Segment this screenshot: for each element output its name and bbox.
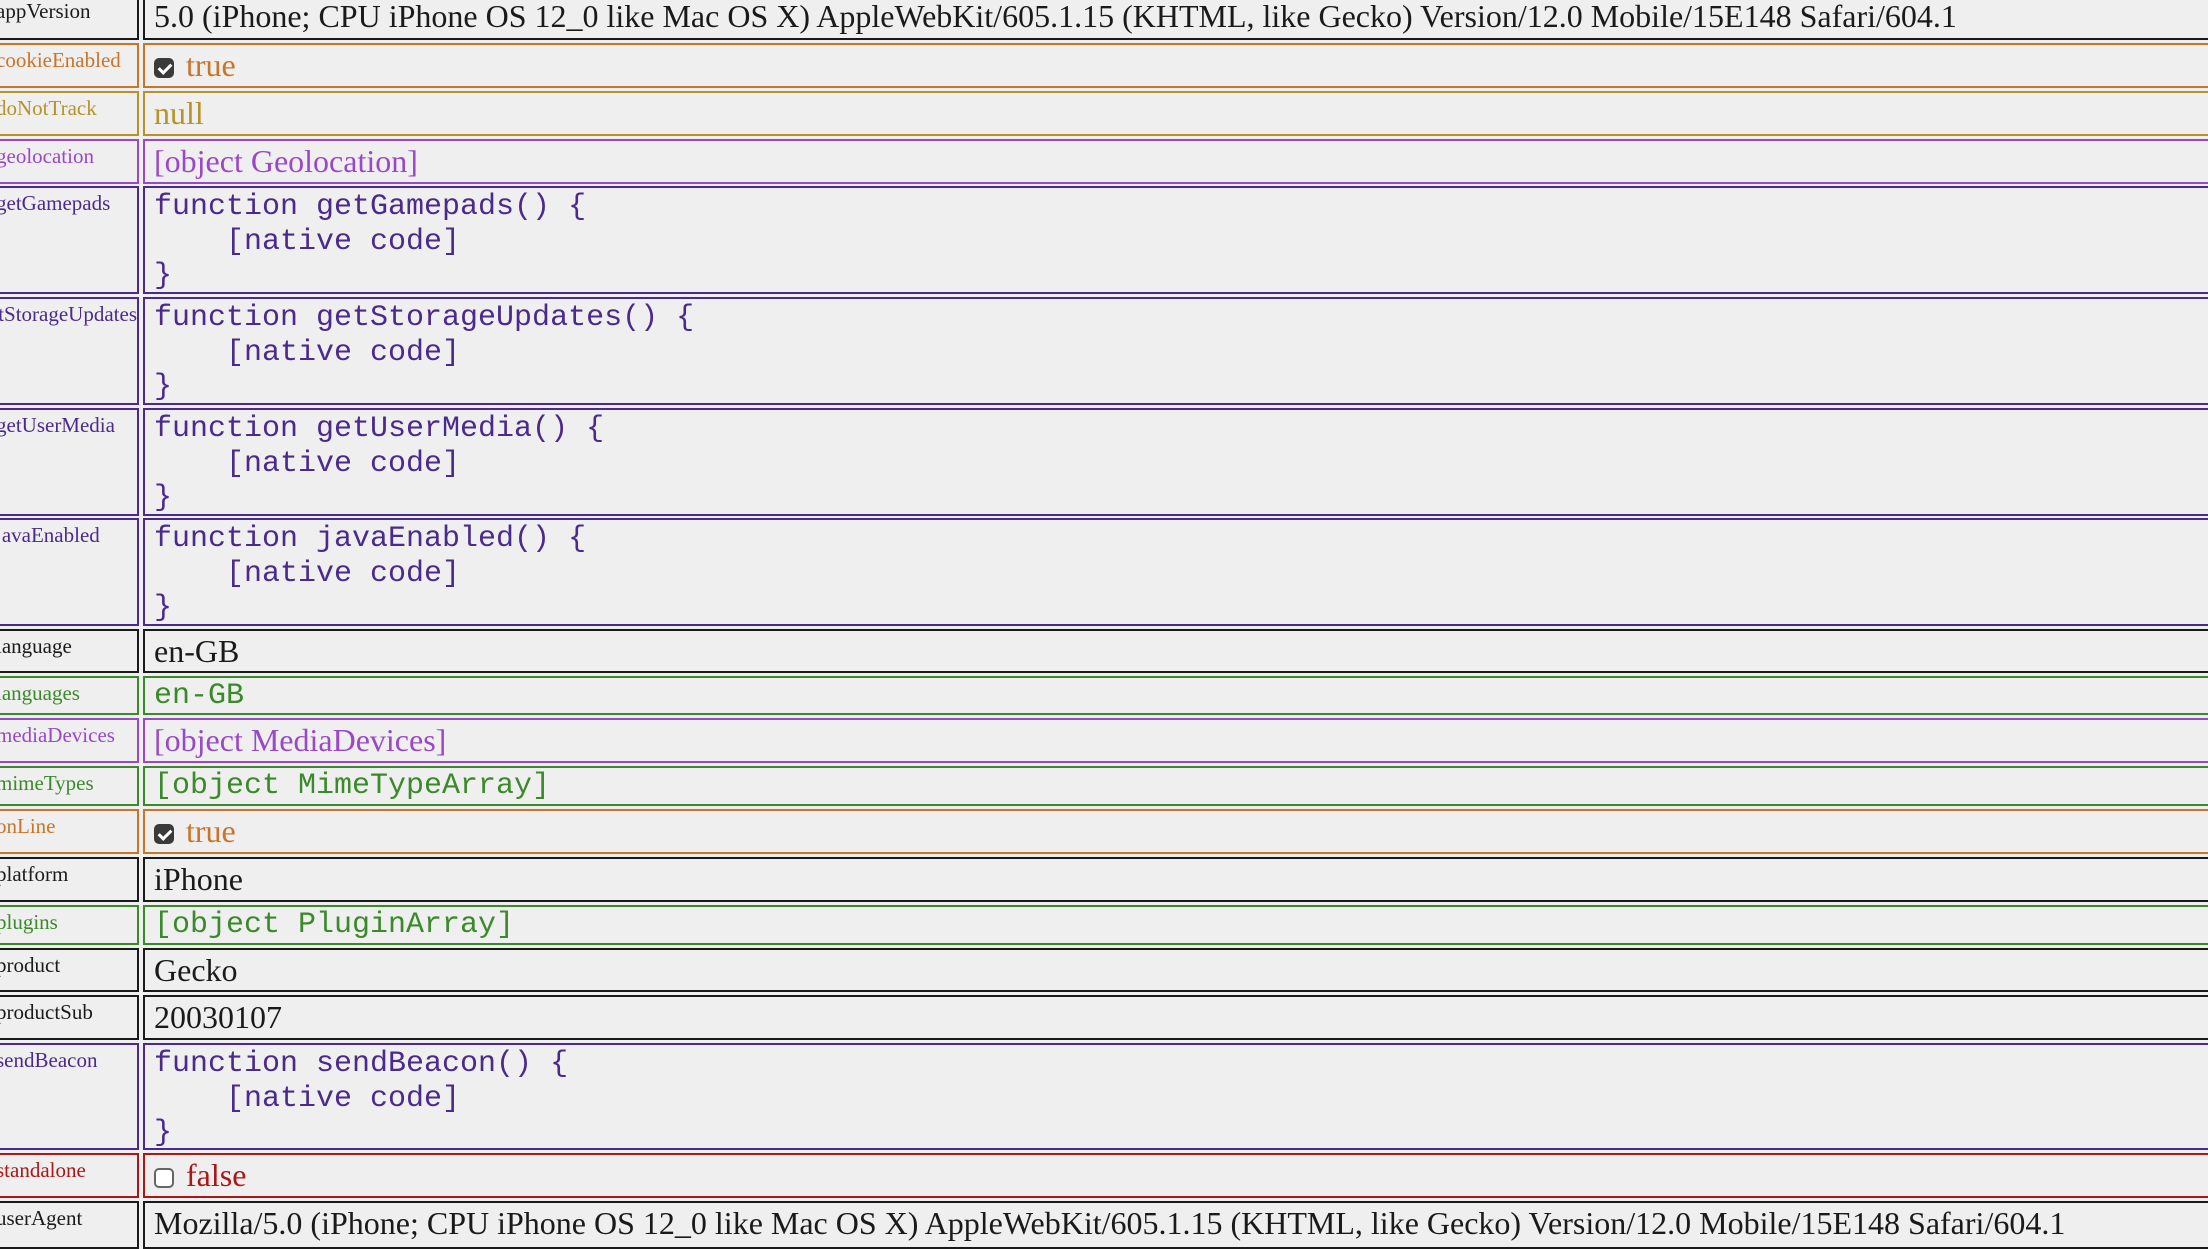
property-row: languages en-GB	[0, 676, 2208, 715]
property-name: mediaDevices	[0, 718, 139, 763]
property-row: javaEnabled function javaEnabled() { [nat…	[0, 518, 2208, 626]
property-name: languages	[0, 676, 139, 715]
property-row: getGamepads function getGamepads() { [nat…	[0, 186, 2208, 294]
property-value: function sendBeacon() { [native code] }	[143, 1043, 2208, 1150]
property-value: [object Geolocation]	[143, 139, 2208, 184]
property-value: 20030107	[143, 995, 2208, 1040]
property-row: geolocation [object Geolocation]	[0, 139, 2208, 184]
property-row: platform iPhone	[0, 857, 2208, 902]
property-name: platform	[0, 857, 139, 902]
property-row: getUserMedia function getUserMedia() { [n…	[0, 408, 2208, 516]
checkbox[interactable]	[154, 1168, 174, 1188]
property-row: product Gecko	[0, 948, 2208, 992]
property-name: standalone	[0, 1153, 139, 1198]
property-row: language en-GB	[0, 629, 2208, 673]
property-name: cookieEnabled	[0, 43, 139, 88]
property-row: getStorageUpdatesfunction getStorageUpda…	[0, 297, 2208, 405]
property-name: geolocation	[0, 139, 139, 184]
property-value: en-GB	[143, 629, 2208, 673]
property-value: true	[143, 43, 2208, 88]
property-name: appVersion	[0, 0, 139, 40]
property-name: mimeTypes	[0, 766, 139, 806]
property-value: function getUserMedia() { [native code] …	[143, 408, 2208, 516]
property-row: mediaDevices [object MediaDevices]	[0, 718, 2208, 763]
property-name: getGamepads	[0, 186, 139, 294]
property-value: [object MediaDevices]	[143, 718, 2208, 763]
checkbox[interactable]	[154, 58, 174, 78]
property-value: function getStorageUpdates() { [native c…	[143, 297, 2208, 405]
property-value: Gecko	[143, 948, 2208, 992]
property-value: iPhone	[143, 857, 2208, 902]
property-name: getStorageUpdates	[0, 297, 139, 405]
property-name: getUserMedia	[0, 408, 139, 516]
property-row: mimeTypes [object MimeTypeArray]	[0, 766, 2208, 806]
property-row: plugins [object PluginArray]	[0, 905, 2208, 945]
property-name: javaEnabled	[0, 518, 139, 626]
property-name: plugins	[0, 905, 139, 945]
property-row: appVersion 5.0 (iPhone; CPU iPhone OS 12_…	[0, 0, 2208, 40]
property-value: [object PluginArray]	[143, 905, 2208, 945]
property-name: product	[0, 948, 139, 992]
property-value: true	[143, 809, 2208, 854]
property-value: [object MimeTypeArray]	[143, 766, 2208, 806]
property-row: cookieEnabled true	[0, 43, 2208, 88]
property-row: onLine true	[0, 809, 2208, 854]
property-name: sendBeacon	[0, 1043, 139, 1150]
property-name: productSub	[0, 995, 139, 1040]
checkbox[interactable]	[154, 824, 174, 844]
property-row: sendBeacon function sendBeacon() { [nativ…	[0, 1043, 2208, 1150]
property-row: standalone false	[0, 1153, 2208, 1198]
property-value: null	[143, 91, 2208, 136]
property-row: productSub 20030107	[0, 995, 2208, 1040]
property-value: 5.0 (iPhone; CPU iPhone OS 12_0 like Mac…	[143, 0, 2208, 40]
navigator-properties-table: appVersion 5.0 (iPhone; CPU iPhone OS 12_…	[0, 0, 2208, 1249]
property-value: function javaEnabled() { [native code] }	[143, 518, 2208, 626]
property-value: function getGamepads() { [native code] }	[143, 186, 2208, 294]
property-value: en-GB	[143, 676, 2208, 715]
property-name: language	[0, 629, 139, 673]
property-name: onLine	[0, 809, 139, 854]
property-value: false	[143, 1153, 2208, 1198]
property-name: doNotTrack	[0, 91, 139, 136]
property-row: doNotTrack null	[0, 91, 2208, 136]
